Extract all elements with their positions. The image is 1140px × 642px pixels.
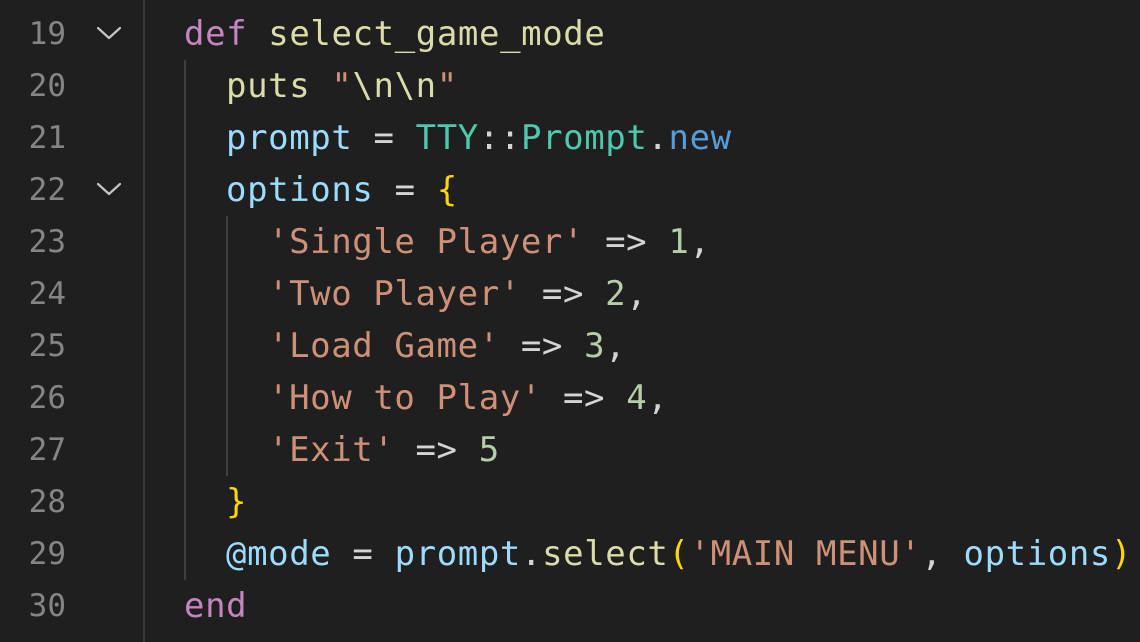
code-token: , — [689, 222, 711, 262]
code-token: end — [184, 586, 248, 626]
code-token: } — [226, 482, 248, 522]
code-text: puts "\n\n" — [226, 60, 458, 112]
code-token: " — [436, 66, 458, 106]
code-token: 'MAIN MENU' — [689, 534, 922, 574]
code-text: 'Exit' => 5 — [268, 424, 500, 476]
code-token: \n\n — [352, 66, 437, 106]
line-number: 24 — [28, 276, 66, 312]
code-token: 'Single Player' — [268, 222, 585, 262]
line-number: 19 — [28, 16, 66, 52]
code-token: 'Load Game' — [268, 326, 500, 366]
code-token: select_game_mode — [268, 14, 606, 54]
code-token: @mode — [226, 534, 332, 574]
code-text: 'Single Player' => 1, — [268, 216, 710, 268]
code-token: = — [331, 534, 395, 574]
chevron-down-icon[interactable] — [96, 25, 122, 41]
code-line[interactable]: 25 'Load Game' => 3, — [0, 320, 1140, 372]
code-token: , — [605, 326, 627, 366]
line-number: 29 — [28, 536, 66, 572]
code-token: 'How to Play' — [268, 378, 542, 418]
code-token: = — [352, 118, 416, 158]
line-number: 21 — [28, 120, 66, 156]
code-token: new — [668, 118, 732, 158]
code-token: :: — [478, 118, 521, 158]
code-token: => — [584, 222, 669, 262]
line-number: 25 — [28, 328, 66, 364]
chevron-down-icon[interactable] — [96, 181, 122, 197]
code-token: = — [373, 170, 437, 210]
line-number: 20 — [28, 68, 66, 104]
code-token: prompt — [226, 118, 353, 158]
code-text: 'How to Play' => 4, — [268, 372, 668, 424]
code-line[interactable]: 30 end — [0, 580, 1140, 632]
code-token: select — [542, 534, 669, 574]
code-line[interactable]: 29 @mode = prompt.select('MAIN MENU', opt… — [0, 528, 1140, 580]
code-token: 2 — [605, 274, 627, 314]
code-text: 'Load Game' => 3, — [268, 320, 626, 372]
code-token: . — [521, 534, 543, 574]
line-number: 22 — [28, 172, 66, 208]
code-token: , — [647, 378, 669, 418]
line-number: 27 — [28, 432, 66, 468]
code-token: Prompt — [521, 118, 648, 158]
code-text: def select_game_mode — [184, 8, 605, 60]
line-number: 28 — [28, 484, 66, 520]
code-token: ( — [668, 534, 690, 574]
code-token: TTY — [415, 118, 479, 158]
code-token: { — [436, 170, 458, 210]
code-token: options — [963, 534, 1111, 574]
code-token: . — [647, 118, 669, 158]
code-token: => — [499, 326, 585, 366]
code-token: 4 — [626, 378, 648, 418]
code-line[interactable]: 26 'How to Play' => 4, — [0, 372, 1140, 424]
line-number: 23 — [28, 224, 66, 260]
code-token: prompt — [394, 534, 521, 574]
code-line[interactable]: 19 def select_game_mode — [0, 8, 1140, 60]
code-editor[interactable]: 19 def select_game_mode 20 puts "\n\n" 21 pro… — [0, 0, 1140, 642]
code-text: end — [184, 580, 247, 632]
code-token: 5 — [478, 430, 500, 470]
code-token: => — [520, 274, 606, 314]
code-token: , — [921, 534, 964, 574]
code-line[interactable]: 24 'Two Player' => 2, — [0, 268, 1140, 320]
code-token: , — [626, 274, 648, 314]
code-line[interactable]: 21 prompt = TTY::Prompt.new — [0, 112, 1140, 164]
code-token: 3 — [584, 326, 606, 366]
code-text: } — [226, 476, 247, 528]
code-token: puts — [226, 66, 311, 106]
code-token: " — [331, 66, 353, 106]
code-line[interactable]: 27 'Exit' => 5 — [0, 424, 1140, 476]
code-text: prompt = TTY::Prompt.new — [226, 112, 732, 164]
line-number: 30 — [28, 588, 66, 624]
code-line[interactable]: 22 options = { — [0, 164, 1140, 216]
code-text: 'Two Player' => 2, — [268, 268, 647, 320]
code-token: options — [226, 170, 374, 210]
code-token: => — [541, 378, 627, 418]
code-text: options = { — [226, 164, 458, 216]
code-line[interactable]: 20 puts "\n\n" — [0, 60, 1140, 112]
code-line[interactable]: 28} — [0, 476, 1140, 528]
code-token: ) — [1111, 534, 1133, 574]
code-token: 1 — [668, 222, 690, 262]
code-token: => — [394, 430, 479, 470]
code-text: @mode = prompt.select('MAIN MENU', optio… — [226, 528, 1132, 580]
line-number: 26 — [28, 380, 66, 416]
code-token: 'Exit' — [268, 430, 395, 470]
code-token: def — [184, 14, 248, 54]
code-token: 'Two Player' — [268, 274, 521, 314]
code-line[interactable]: 23 'Single Player' => 1, — [0, 216, 1140, 268]
